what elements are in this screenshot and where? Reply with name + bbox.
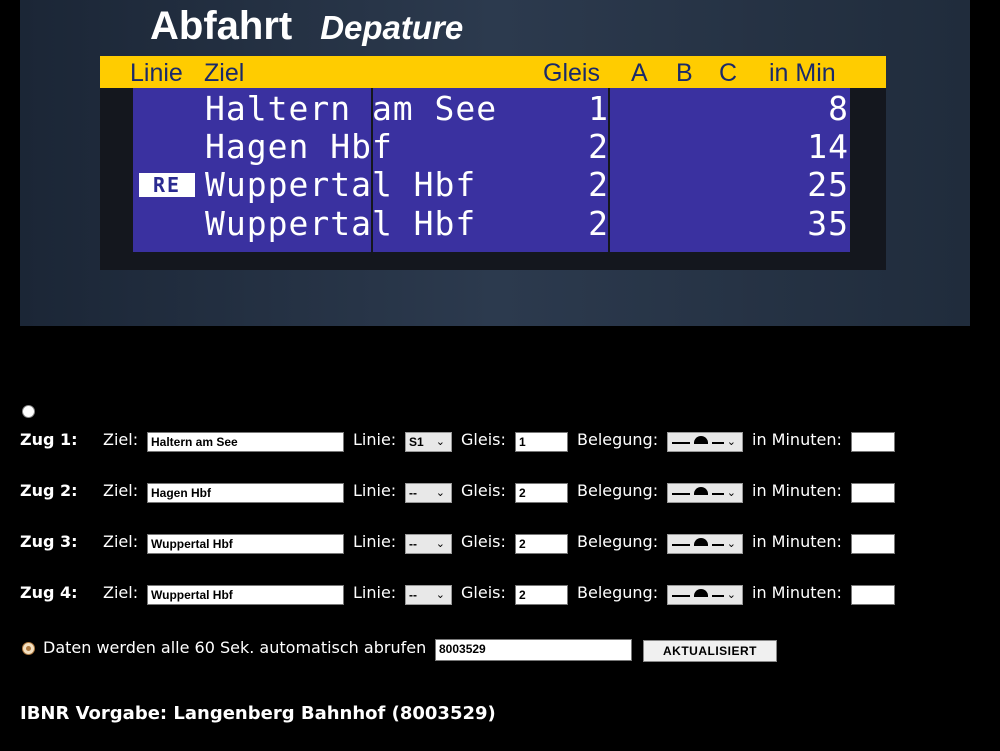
minuten-input[interactable]	[851, 534, 895, 554]
belegung-select[interactable]: ⌄	[667, 483, 743, 503]
minuten-label: in Minuten:	[752, 532, 842, 551]
board-row-gleis: 2	[588, 165, 609, 204]
occupancy-icon	[672, 436, 724, 444]
linie-select[interactable]: -- ⌄	[405, 585, 452, 605]
header-gleis: Gleis	[543, 59, 600, 87]
chevron-down-icon: ⌄	[435, 538, 445, 550]
board-row-gleis: 2	[588, 204, 609, 243]
board-row: Haltern am See 1 8	[133, 90, 850, 128]
train-row: Zug 2: Ziel: Hagen Hbf Linie: -- ⌄ Gleis:…	[0, 481, 1000, 505]
ziel-input[interactable]: Wuppertal Hbf	[147, 585, 344, 605]
occupancy-icon	[672, 538, 724, 546]
gleis-input[interactable]: 2	[515, 585, 568, 605]
dot-matrix-panel: Haltern am See 1 8 Hagen Hbf 2 14 RE Wup…	[133, 88, 850, 252]
train-row: Zug 4: Ziel: Wuppertal Hbf Linie: -- ⌄ Gl…	[0, 583, 1000, 607]
update-button[interactable]: AKTUALISIERT	[643, 640, 777, 662]
train-label: Zug 1:	[20, 430, 78, 449]
board-row: RE Wuppertal Hbf 2 25	[133, 166, 850, 204]
ibnr-footer: IBNR Vorgabe: Langenberg Bahnhof (800352…	[20, 703, 496, 724]
linie-select[interactable]: -- ⌄	[405, 534, 452, 554]
linie-label: Linie:	[353, 481, 397, 500]
minuten-input[interactable]	[851, 432, 895, 452]
belegung-label: Belegung:	[577, 532, 659, 551]
minuten-label: in Minuten:	[752, 430, 842, 449]
gleis-label: Gleis:	[461, 583, 506, 602]
board-row-min: 25	[807, 165, 849, 204]
board-row-gleis: 1	[588, 89, 609, 128]
board-row: Wuppertal Hbf 2 35	[133, 205, 850, 243]
header-in-min: in Min	[769, 59, 836, 87]
belegung-select[interactable]: ⌄	[667, 432, 743, 452]
board-row-min: 14	[807, 127, 849, 166]
manual-mode-radio[interactable]	[22, 405, 35, 418]
train-label: Zug 3:	[20, 532, 78, 551]
board-row-ziel: Haltern am See	[205, 89, 498, 128]
ziel-label: Ziel:	[103, 583, 139, 602]
chevron-down-icon: ⌄	[726, 589, 736, 601]
ziel-label: Ziel:	[103, 532, 139, 551]
linie-label: Linie:	[353, 583, 397, 602]
board-title-main: Abfahrt	[150, 4, 293, 48]
ziel-label: Ziel:	[103, 481, 139, 500]
occupancy-icon	[672, 487, 724, 495]
header-b: B	[676, 59, 693, 87]
header-a: A	[631, 59, 648, 87]
gleis-input[interactable]: 1	[515, 432, 568, 452]
train-row: Zug 3: Ziel: Wuppertal Hbf Linie: -- ⌄ Gl…	[0, 532, 1000, 556]
train-label: Zug 2:	[20, 481, 78, 500]
train-label: Zug 4:	[20, 583, 78, 602]
chevron-down-icon: ⌄	[726, 436, 736, 448]
ziel-input[interactable]: Wuppertal Hbf	[147, 534, 344, 554]
board-row-min: 35	[807, 204, 849, 243]
auto-refresh-row: Daten werden alle 60 Sek. automatisch ab…	[0, 638, 1000, 662]
auto-refresh-label: Daten werden alle 60 Sek. automatisch ab…	[43, 638, 427, 657]
gleis-label: Gleis:	[461, 481, 506, 500]
board-row-ziel: Wuppertal Hbf	[205, 204, 477, 243]
belegung-select[interactable]: ⌄	[667, 585, 743, 605]
minuten-input[interactable]	[851, 483, 895, 503]
auto-refresh-radio[interactable]	[22, 642, 35, 655]
chevron-down-icon: ⌄	[726, 538, 736, 550]
gleis-input[interactable]: 2	[515, 483, 568, 503]
linie-select[interactable]: -- ⌄	[405, 483, 452, 503]
gleis-label: Gleis:	[461, 430, 506, 449]
chevron-down-icon: ⌄	[726, 487, 736, 499]
departure-board: Abfahrt Depature Linie Ziel Gleis A B C …	[20, 0, 970, 326]
belegung-label: Belegung:	[577, 430, 659, 449]
line-badge: RE	[139, 173, 195, 197]
occupancy-icon	[672, 589, 724, 597]
linie-label: Linie:	[353, 430, 397, 449]
chevron-down-icon: ⌄	[435, 436, 445, 448]
gleis-input[interactable]: 2	[515, 534, 568, 554]
belegung-label: Belegung:	[577, 583, 659, 602]
board-row-ziel: Wuppertal Hbf	[205, 165, 477, 204]
board-row-ziel: Hagen Hbf	[205, 127, 393, 166]
ziel-input[interactable]: Haltern am See	[147, 432, 344, 452]
belegung-select[interactable]: ⌄	[667, 534, 743, 554]
chevron-down-icon: ⌄	[435, 487, 445, 499]
board-header: Linie Ziel Gleis A B C in Min	[100, 56, 886, 88]
ziel-label: Ziel:	[103, 430, 139, 449]
header-ziel: Ziel	[204, 59, 245, 87]
ibnr-input[interactable]: 8003529	[435, 639, 632, 661]
gleis-label: Gleis:	[461, 532, 506, 551]
header-linie: Linie	[130, 59, 183, 87]
header-c: C	[719, 59, 738, 87]
board-row-gleis: 2	[588, 127, 609, 166]
board-frame: Linie Ziel Gleis A B C in Min Haltern am…	[100, 56, 886, 270]
board-row: Hagen Hbf 2 14	[133, 128, 850, 166]
ziel-input[interactable]: Hagen Hbf	[147, 483, 344, 503]
linie-label: Linie:	[353, 532, 397, 551]
train-row: Zug 1: Ziel: Haltern am See Linie: S1 ⌄ G…	[0, 430, 1000, 454]
minuten-label: in Minuten:	[752, 583, 842, 602]
belegung-label: Belegung:	[577, 481, 659, 500]
board-row-min: 8	[828, 89, 849, 128]
minuten-label: in Minuten:	[752, 481, 842, 500]
linie-select[interactable]: S1 ⌄	[405, 432, 452, 452]
board-title: Abfahrt Depature	[150, 4, 463, 52]
minuten-input[interactable]	[851, 585, 895, 605]
board-title-sub: Depature	[320, 9, 464, 46]
chevron-down-icon: ⌄	[435, 589, 445, 601]
